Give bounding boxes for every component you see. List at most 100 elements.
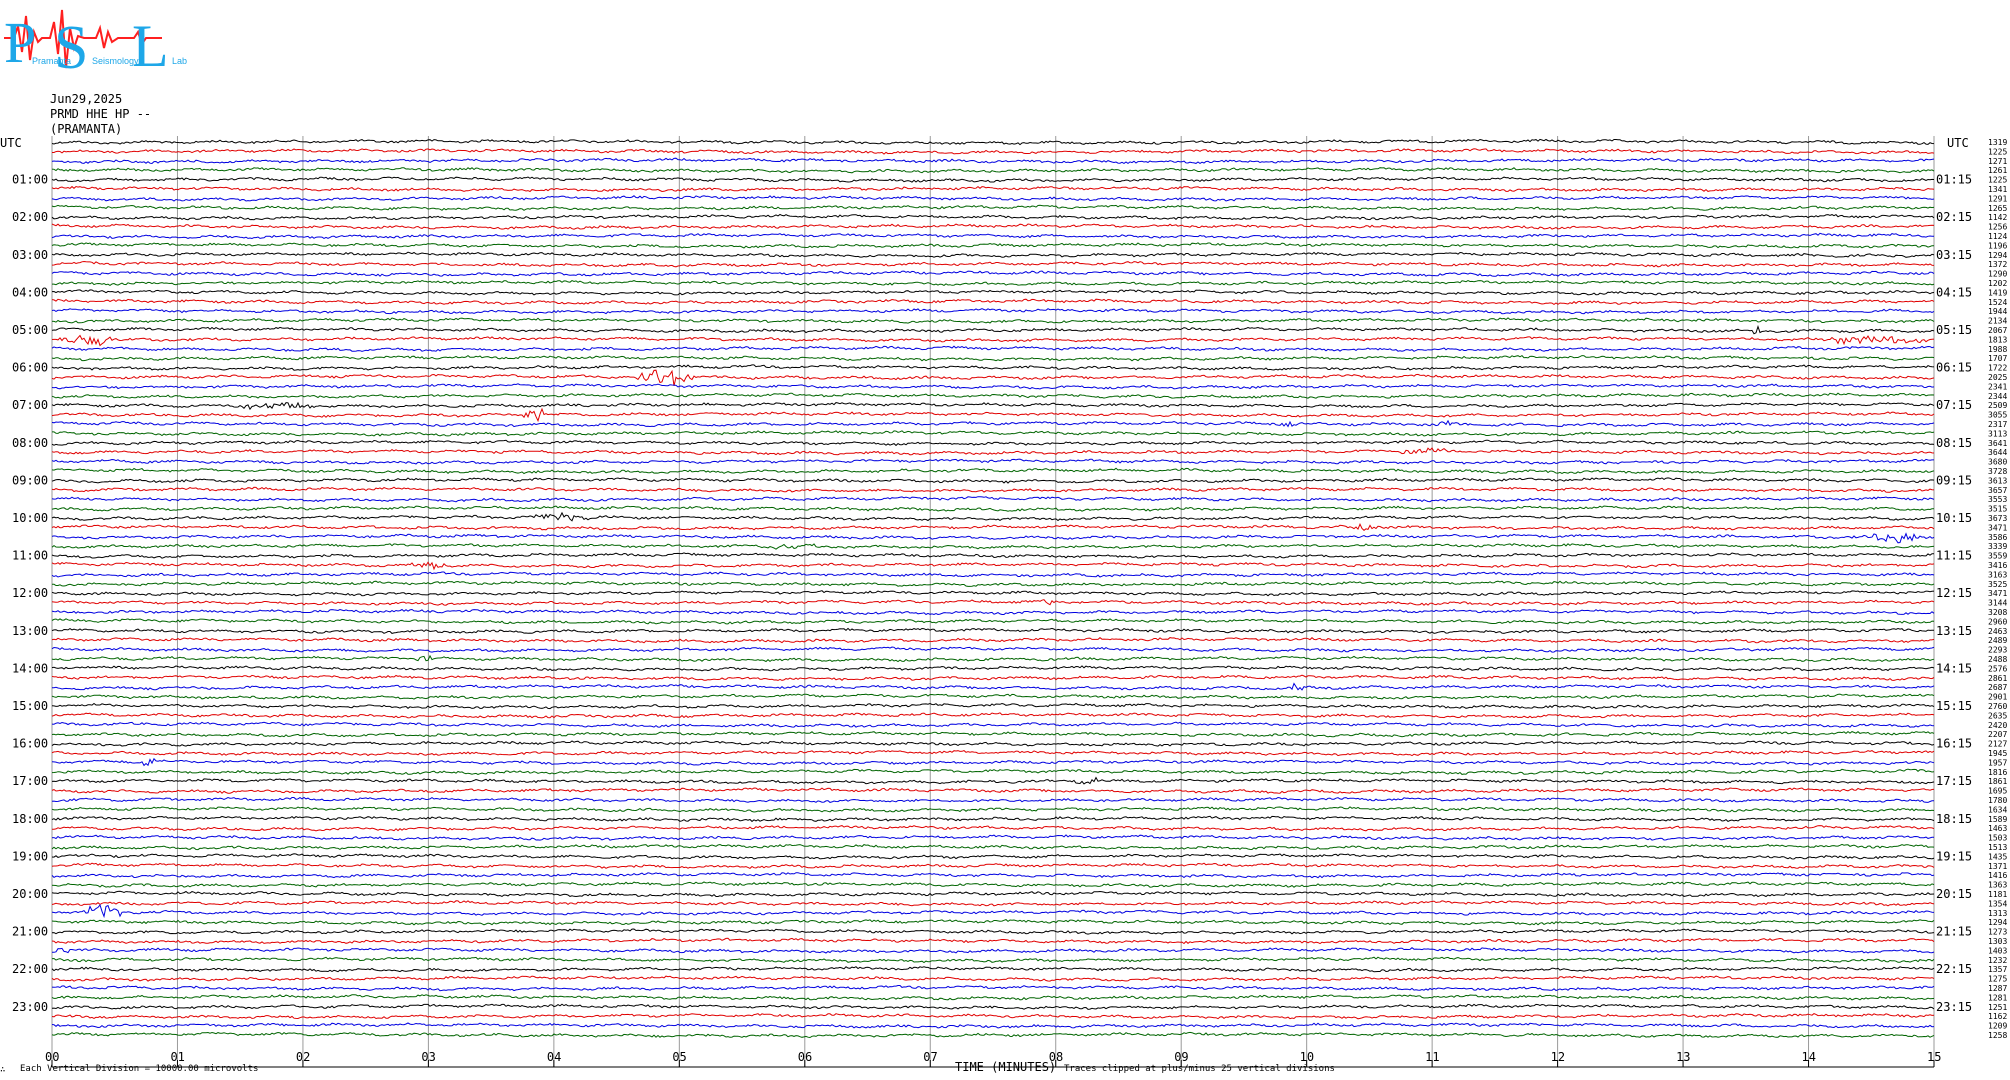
- trace-42: [51, 532, 1935, 544]
- trace-45: [51, 561, 1935, 571]
- left-hour-label: 16:00: [12, 737, 48, 751]
- trace-8: [51, 213, 1935, 221]
- trace-scale-value: 3657: [1988, 486, 2007, 495]
- trace-scale-value: 1416: [1988, 871, 2007, 880]
- trace-scale-value: 1232: [1988, 956, 2007, 965]
- left-hour-label: 11:00: [12, 549, 48, 563]
- right-hour-label: 12:15: [1936, 586, 1972, 600]
- trace-scale-value: 3055: [1988, 411, 2007, 420]
- right-hour-label: 07:15: [1936, 398, 1972, 412]
- trace-scale-value: 1503: [1988, 834, 2007, 843]
- left-hour-label: 04:00: [12, 285, 48, 299]
- trace-90: [51, 985, 1935, 992]
- right-hour-label: 05:15: [1936, 323, 1972, 337]
- right-scale-values: 1319122512711261122513411291126511421256…: [1988, 138, 2007, 1040]
- trace-53: [51, 637, 1935, 644]
- trace-16: [51, 289, 1935, 296]
- trace-94: [51, 1022, 1935, 1029]
- right-hour-label: 04:15: [1936, 285, 1972, 299]
- trace-32: [51, 439, 1935, 447]
- trace-scale-value: 1419: [1988, 288, 2007, 297]
- left-hour-label: 07:00: [12, 398, 48, 412]
- x-tick-label: 11: [1425, 1050, 1439, 1064]
- trace-scale-value: 3613: [1988, 476, 2007, 485]
- left-hour-label: 14:00: [12, 661, 48, 675]
- x-tick-label: 09: [1174, 1050, 1188, 1064]
- right-hour-label: 06:15: [1936, 361, 1972, 375]
- left-hour-label: 22:00: [12, 962, 48, 976]
- trace-scale-value: 3673: [1988, 514, 2007, 523]
- trace-scale-value: 1861: [1988, 777, 2007, 786]
- trace-scale-value: 3525: [1988, 580, 2007, 589]
- trace-12: [51, 251, 1935, 258]
- x-tick-label: 02: [296, 1050, 310, 1064]
- left-hour-label: 10:00: [12, 511, 48, 525]
- right-hour-label: 15:15: [1936, 699, 1972, 713]
- trace-31: [52, 430, 1935, 437]
- trace-57: [51, 674, 1935, 681]
- right-hour-label: 23:15: [1936, 1000, 1972, 1014]
- left-hour-label: 17:00: [12, 774, 48, 788]
- left-hour-label: 19:00: [12, 849, 48, 863]
- trace-80: [51, 890, 1935, 898]
- x-tick-label: 05: [672, 1050, 686, 1064]
- trace-scale-value: 1202: [1988, 279, 2007, 288]
- trace-scale-value: 1275: [1988, 975, 2007, 984]
- trace-35: [51, 467, 1935, 475]
- right-hour-label: 08:15: [1936, 436, 1972, 450]
- trace-63: [51, 730, 1935, 738]
- trace-86: [51, 947, 1935, 954]
- trace-scale-value: 1196: [1988, 241, 2007, 250]
- right-hour-label: 02:15: [1936, 210, 1972, 224]
- right-hour-label: 11:15: [1936, 549, 1972, 563]
- trace-87: [51, 956, 1935, 964]
- trace-scale-value: 3208: [1988, 608, 2007, 617]
- trace-scale-value: 1589: [1988, 815, 2007, 824]
- trace-scale-value: 1319: [1988, 138, 2007, 147]
- trace-scale-value: 1265: [1988, 204, 2007, 213]
- trace-47: [51, 580, 1935, 587]
- trace-76: [51, 853, 1935, 860]
- trace-15: [52, 279, 1935, 286]
- trace-84: [51, 928, 1935, 935]
- trace-scale-value: 2687: [1988, 683, 2007, 692]
- trace-scale-value: 1258: [1988, 1031, 2007, 1040]
- trace-68: [51, 776, 1935, 785]
- trace-73: [51, 825, 1935, 832]
- trace-scale-value: 3680: [1988, 458, 2007, 467]
- trace-scale-value: 2861: [1988, 674, 2007, 683]
- trace-5: [51, 185, 1935, 193]
- trace-19: [51, 317, 1935, 324]
- trace-11: [51, 242, 1934, 249]
- trace-scale-value: 1357: [1988, 965, 2007, 974]
- trace-scale-value: 2576: [1988, 664, 2007, 673]
- footer-vertical-division-note: Each Vertical Division = 10000.00 microv…: [20, 1064, 258, 1074]
- left-hour-label: 06:00: [12, 361, 48, 375]
- trace-92: [51, 1003, 1935, 1010]
- trace-scale-value: 1261: [1988, 166, 2007, 175]
- trace-scale-value: 1291: [1988, 194, 2007, 203]
- x-tick-label: 13: [1676, 1050, 1690, 1064]
- trace-82: [51, 903, 1935, 919]
- trace-scale-value: 1363: [1988, 881, 2007, 890]
- left-utc-label: UTC: [0, 136, 22, 150]
- trace-66: [51, 757, 1935, 767]
- left-hour-label: 12:00: [12, 586, 48, 600]
- trace-88: [51, 966, 1935, 973]
- trace-scale-value: 2420: [1988, 721, 2007, 730]
- left-hour-label: 13:00: [12, 624, 48, 638]
- trace-81: [51, 900, 1935, 907]
- x-tick-label: 07: [923, 1050, 937, 1064]
- right-utc-label: UTC: [1947, 136, 1969, 150]
- trace-20: [51, 325, 1935, 335]
- trace-25: [51, 369, 1935, 387]
- trace-scale-value: 1816: [1988, 768, 2007, 777]
- trace-scale-value: 2463: [1988, 627, 2007, 636]
- trace-scale-value: 1524: [1988, 298, 2007, 307]
- trace-24: [51, 364, 1935, 371]
- trace-scale-value: 1294: [1988, 251, 2007, 260]
- left-hour-label: 09:00: [12, 473, 48, 487]
- left-hour-labels: 01:00 02:00 03:00 04:00 05:00 06:00 07:00 08:00…: [12, 173, 48, 1014]
- trace-scale-value: 3339: [1988, 542, 2007, 551]
- trace-67: [51, 768, 1935, 775]
